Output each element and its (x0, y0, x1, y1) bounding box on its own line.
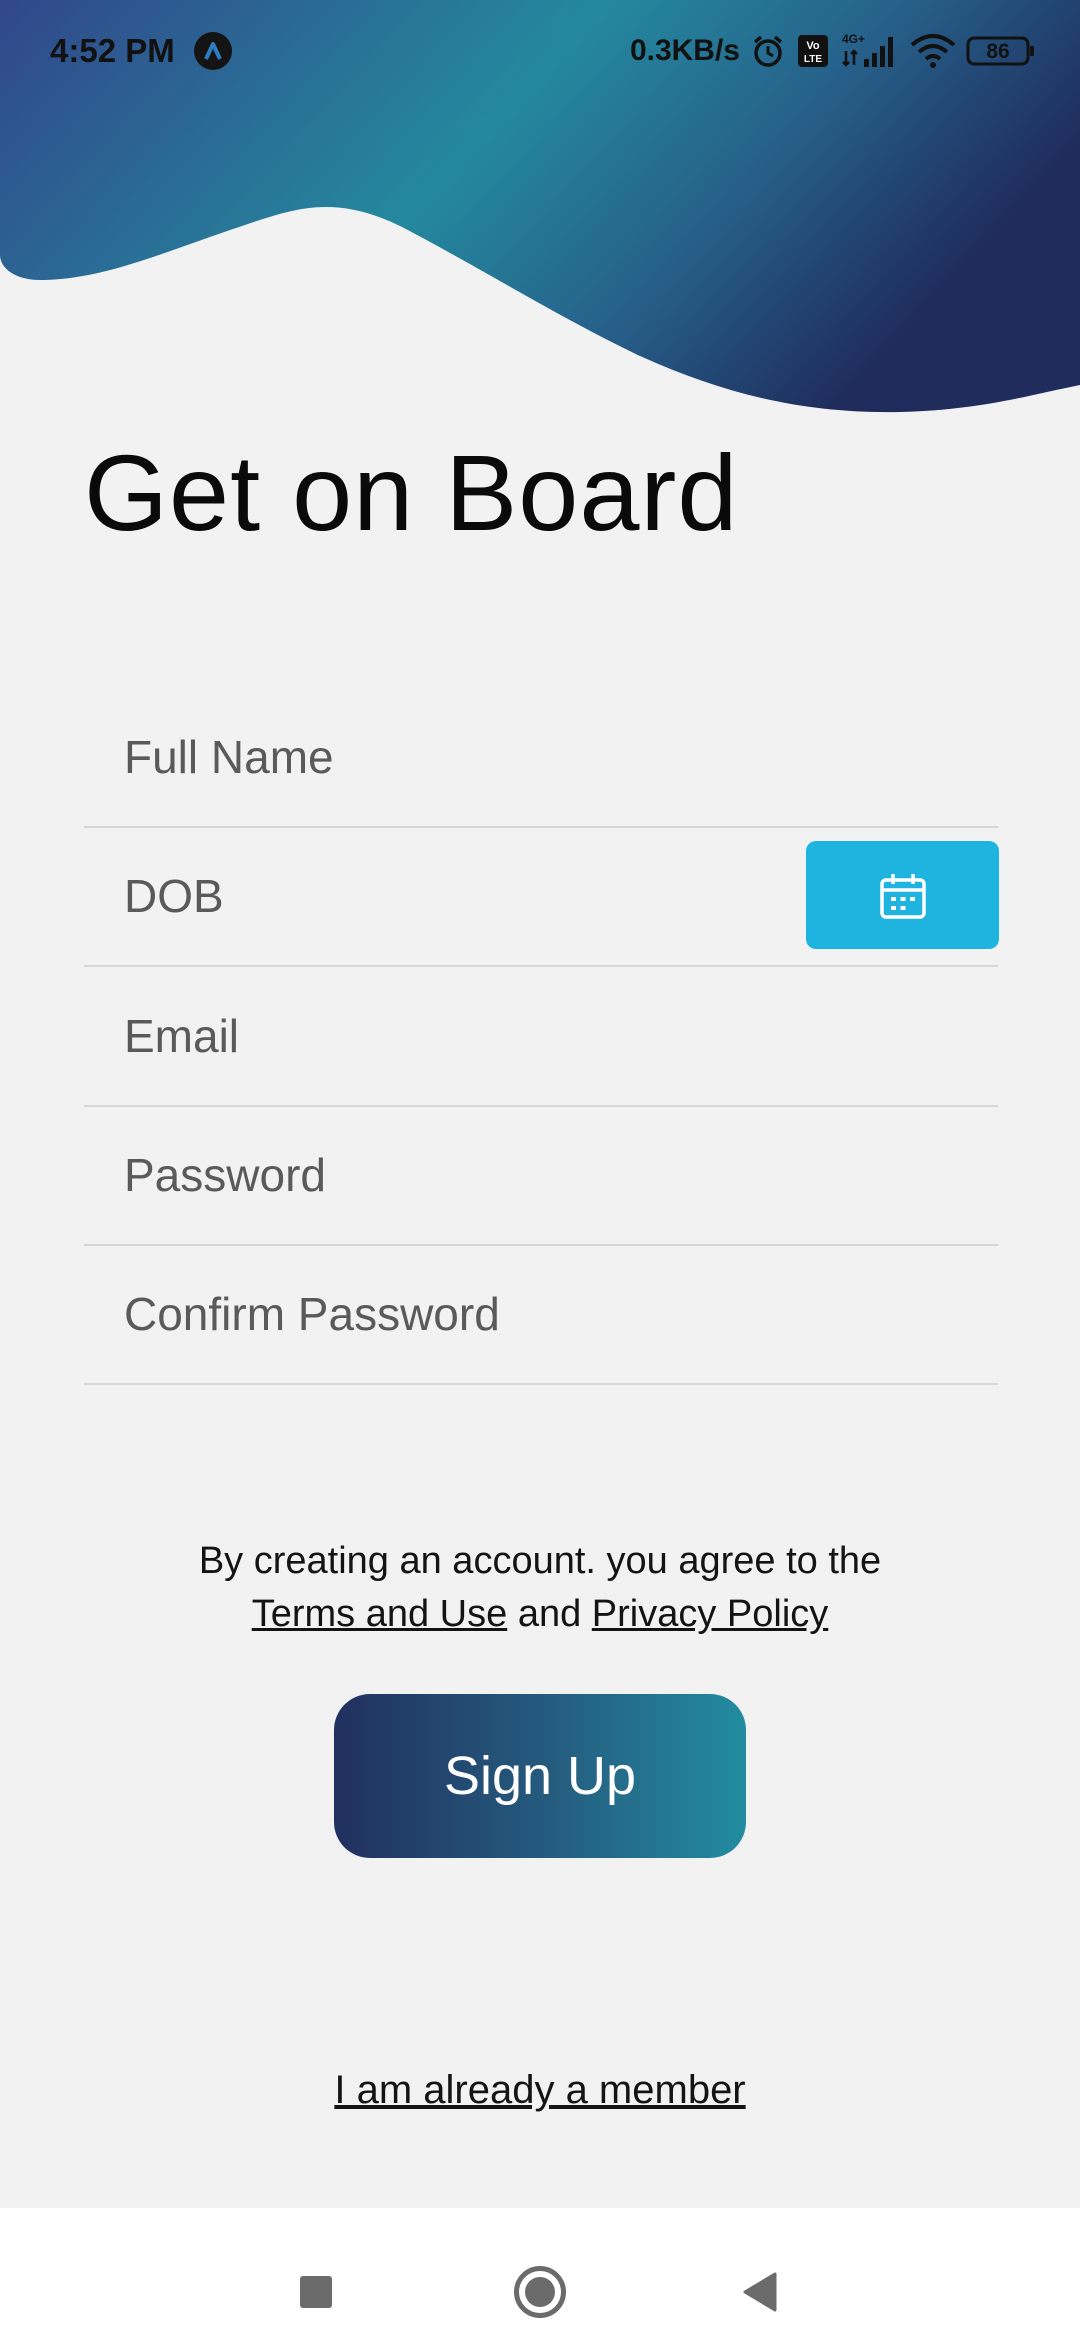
email-field[interactable]: Email (84, 967, 998, 1107)
privacy-policy-link[interactable]: Privacy Policy (592, 1593, 829, 1635)
password-placeholder: Password (124, 1149, 326, 1201)
terms-and-text: and (517, 1593, 582, 1635)
wifi-icon (910, 34, 956, 68)
email-placeholder: Email (124, 1010, 240, 1062)
terms-links-line: Terms and Use and Privacy Policy (0, 1593, 1080, 1636)
page-title: Get on Board (84, 432, 739, 553)
already-member-link-row: I am already a member (0, 2068, 1080, 2113)
signal-4g-icon: 4G+ (842, 32, 893, 67)
battery-icon: 86 (966, 36, 1036, 66)
app-notification-icon (194, 32, 232, 70)
dob-placeholder: DOB (124, 870, 224, 922)
terms-text: By creating an account. you agree to the (198, 1540, 882, 1582)
recents-icon[interactable] (300, 2276, 332, 2308)
battery-level: 86 (986, 40, 1010, 63)
confirm-password-placeholder: Confirm Password (124, 1288, 500, 1340)
terms-and-use-link[interactable]: Terms and Use (252, 1593, 508, 1635)
status-time: 4:52 PM (50, 32, 175, 69)
home-icon[interactable] (514, 2266, 566, 2318)
svg-text:4G+: 4G+ (842, 32, 865, 46)
alarm-icon (753, 35, 783, 67)
already-member-link[interactable]: I am already a member (334, 2068, 745, 2112)
net-speed: 0.3KB/s (629, 34, 740, 67)
sign-up-button[interactable]: Sign Up (334, 1694, 746, 1858)
confirm-password-field[interactable]: Confirm Password (84, 1245, 998, 1385)
full-name-placeholder: Full Name (124, 731, 334, 783)
calendar-icon (880, 874, 926, 919)
calendar-button[interactable] (806, 841, 999, 949)
password-field[interactable]: Password (84, 1106, 998, 1246)
navigation-bar (0, 2208, 1080, 2340)
full-name-field[interactable]: Full Name (84, 688, 998, 828)
status-icons: 0.3KB/s Vo LTE 4G+ 86 (630, 28, 1036, 74)
svg-text:LTE: LTE (804, 54, 822, 65)
svg-text:Vo: Vo (806, 40, 820, 52)
status-bar: 4:52 PM 0.3KB/s Vo LTE 4G+ 86 (0, 0, 1080, 102)
volte-icon: Vo LTE (798, 35, 828, 67)
back-icon[interactable] (742, 2272, 778, 2312)
